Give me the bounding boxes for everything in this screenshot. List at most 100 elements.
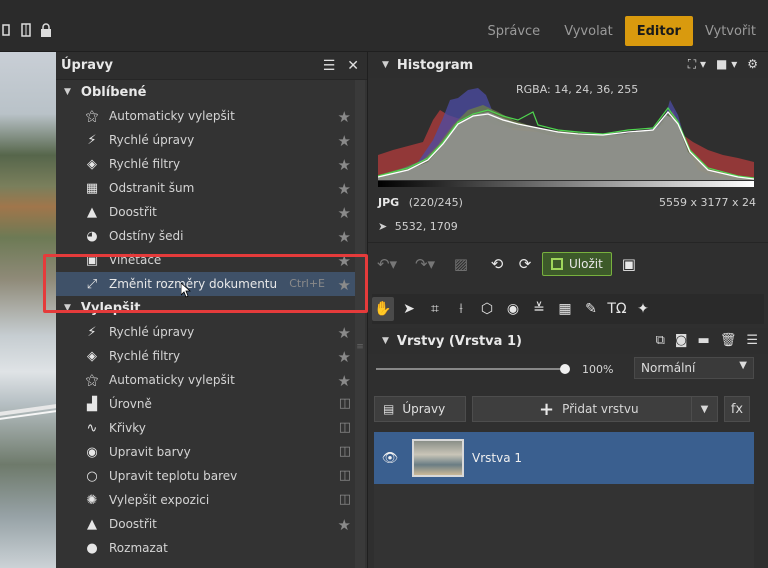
text-tool-icon[interactable]: TΩ [606, 297, 628, 321]
scrollbar[interactable] [355, 80, 365, 568]
mask-icon[interactable]: ◙ [675, 333, 688, 348]
section-title: Vylepšit [80, 300, 141, 316]
transform-tool-icon[interactable]: ⬡ [476, 297, 498, 321]
action-bar: ↶▾ ↷▾ ▨ ⟲ ⟳ Uložit ▣ [376, 252, 640, 276]
star-icon[interactable]: ★ [338, 156, 351, 174]
star-icon[interactable]: ★ [338, 276, 351, 294]
star-icon[interactable]: ★ [338, 372, 351, 390]
list-item[interactable]: ● Rozmazat [56, 536, 367, 560]
straighten-tool-icon[interactable]: ≚ [528, 297, 550, 321]
star-icon[interactable]: ★ [338, 132, 351, 150]
list-item[interactable]: ▲ Doostřit ★ [56, 512, 367, 536]
blend-mode-select[interactable]: Normální ▼ [634, 357, 754, 379]
undo-icon[interactable]: ↶▾ [376, 255, 398, 273]
rotate-left-icon[interactable]: ⟲ [486, 255, 508, 273]
folder-icon[interactable]: ▬ [698, 333, 710, 348]
opacity-slider[interactable] [376, 364, 570, 374]
save-as-icon[interactable]: ▣ [618, 255, 640, 273]
selection-tool-icon[interactable]: ▦ [554, 297, 576, 321]
layer-stack-icon[interactable]: ◫ [339, 396, 351, 411]
opacity-slider-knob[interactable] [560, 364, 570, 374]
list-item[interactable]: ⚝ Automaticky vylepšit ★ [56, 104, 367, 128]
camera-icon[interactable]: ■ ▾ [716, 57, 737, 72]
list-item[interactable]: ⚡ Rychlé úpravy ★ [56, 320, 367, 344]
collapse-triangle-icon[interactable]: ▼ [382, 336, 389, 346]
settings-gear-icon[interactable]: ⚙ [747, 57, 758, 72]
duplicate-layer-icon[interactable]: ⧉ [656, 333, 665, 348]
layer-stack-icon[interactable]: ◫ [339, 420, 351, 435]
star-icon[interactable]: ★ [338, 516, 351, 534]
histogram-options-icon[interactable]: ⛶ ▾ [688, 57, 706, 72]
star-icon[interactable]: ★ [338, 252, 351, 270]
tab-manager[interactable]: Správce [476, 16, 553, 46]
layer-stack-icon[interactable]: ◫ [339, 468, 351, 483]
blend-mode-value: Normální [641, 361, 696, 375]
list-item[interactable]: ◈ Rychlé filtry ★ [56, 344, 367, 368]
tab-create[interactable]: Vytvořit [693, 16, 768, 46]
add-layer-button[interactable]: + Přidat vrstvu ▼ [472, 396, 718, 422]
menu-icon[interactable]: ☰ [746, 333, 758, 348]
list-item[interactable]: ✺ Vylepšit expozici ◫ [56, 488, 367, 512]
photo-canvas[interactable] [0, 52, 56, 568]
pointer-tool-icon[interactable]: ➤ [398, 297, 420, 321]
collapse-triangle-icon[interactable]: ▼ [382, 60, 389, 70]
list-item[interactable]: ▲ Doostřit ★ [56, 200, 367, 224]
section-enhance[interactable]: ▼ Vylepšit [56, 296, 367, 320]
tab-develop[interactable]: Vyvolat [552, 16, 625, 46]
list-item[interactable]: ◉ Upravit barvy ◫ [56, 440, 367, 464]
perspective-tool-icon[interactable]: ⟊ [450, 297, 472, 321]
collapse-triangle-icon[interactable]: ▼ [64, 303, 71, 313]
fit-icon[interactable] [0, 22, 12, 38]
compare-icon[interactable] [20, 22, 32, 38]
top-bar: Správce Vyvolat Editor Vytvořit [0, 0, 768, 52]
redo-icon[interactable]: ↷▾ [414, 255, 436, 273]
list-item[interactable]: ▦ Odstranit šum ★ [56, 176, 367, 200]
mode-tabs: Správce Vyvolat Editor Vytvořit [476, 16, 768, 46]
list-item[interactable]: ○ Upravit teplotu barev ◫ [56, 464, 367, 488]
collapse-triangle-icon[interactable]: ▼ [64, 87, 71, 97]
lock-icon[interactable] [40, 22, 52, 38]
adjustments-button[interactable]: ▤ Úpravy [374, 396, 466, 422]
item-label: Upravit teplotu barev [109, 469, 238, 483]
rotate-right-icon[interactable]: ⟳ [514, 255, 536, 273]
trash-icon[interactable]: 🗑 [720, 333, 737, 348]
tab-editor[interactable]: Editor [624, 16, 693, 46]
eye-tool-icon[interactable]: ◉ [502, 297, 524, 321]
list-item[interactable]: ⚝ Automaticky vylepšit ★ [56, 368, 367, 392]
save-button[interactable]: Uložit [542, 252, 612, 276]
star-icon[interactable]: ★ [338, 228, 351, 246]
visibility-eye-icon[interactable]: 👁 [378, 451, 402, 466]
item-label: Rozmazat [109, 541, 168, 555]
blur-icon: ● [86, 540, 98, 556]
image-icon[interactable]: ▨ [450, 255, 472, 273]
hand-tool-icon[interactable]: ✋ [372, 297, 394, 321]
scroll-grip-icon[interactable]: ≡ [355, 342, 365, 352]
sharpen-icon: ▲ [87, 516, 97, 532]
close-icon[interactable]: ✕ [347, 58, 359, 74]
layer-stack-icon[interactable]: ◫ [339, 444, 351, 459]
effects-tool-icon[interactable]: ✦ [632, 297, 654, 321]
crop-tool-icon[interactable]: ⌗ [424, 297, 446, 321]
list-item[interactable]: ▣ Vinětace ★ [56, 248, 367, 272]
star-icon[interactable]: ★ [338, 180, 351, 198]
layer-stack-icon[interactable]: ◫ [339, 492, 351, 507]
list-item[interactable]: ▟ Úrovně ◫ [56, 392, 367, 416]
star-icon[interactable]: ★ [338, 204, 351, 222]
layers-header[interactable]: ▼ Vrstvy (Vrstva 1) ⧉ ◙ ▬ 🗑 ☰ [368, 328, 768, 354]
star-icon[interactable]: ★ [338, 348, 351, 366]
list-item[interactable]: ∿ Křivky ◫ [56, 416, 367, 440]
list-item[interactable]: ⚡ Rychlé úpravy ★ [56, 128, 367, 152]
menu-icon[interactable]: ☰ [323, 58, 336, 74]
chevron-down-icon[interactable]: ▼ [691, 397, 717, 421]
brush-tool-icon[interactable]: ✎ [580, 297, 602, 321]
list-item-selected[interactable]: ⤢ Změnit rozměry dokumentu Ctrl+E ★ [56, 272, 367, 296]
layer-row[interactable]: 👁 Vrstva 1 [374, 432, 754, 484]
list-item[interactable]: ◈ Rychlé filtry ★ [56, 152, 367, 176]
fx-button[interactable]: fx [724, 396, 750, 422]
curves-icon: ∿ [86, 420, 98, 436]
list-item[interactable]: ◕ Odstíny šedi ★ [56, 224, 367, 248]
star-icon[interactable]: ★ [338, 324, 351, 342]
histogram-header[interactable]: ▼ Histogram ⛶ ▾ ■ ▾ ⚙ [368, 52, 768, 78]
section-favorites[interactable]: ▼ Oblíbené [56, 80, 367, 104]
star-icon[interactable]: ★ [338, 108, 351, 126]
